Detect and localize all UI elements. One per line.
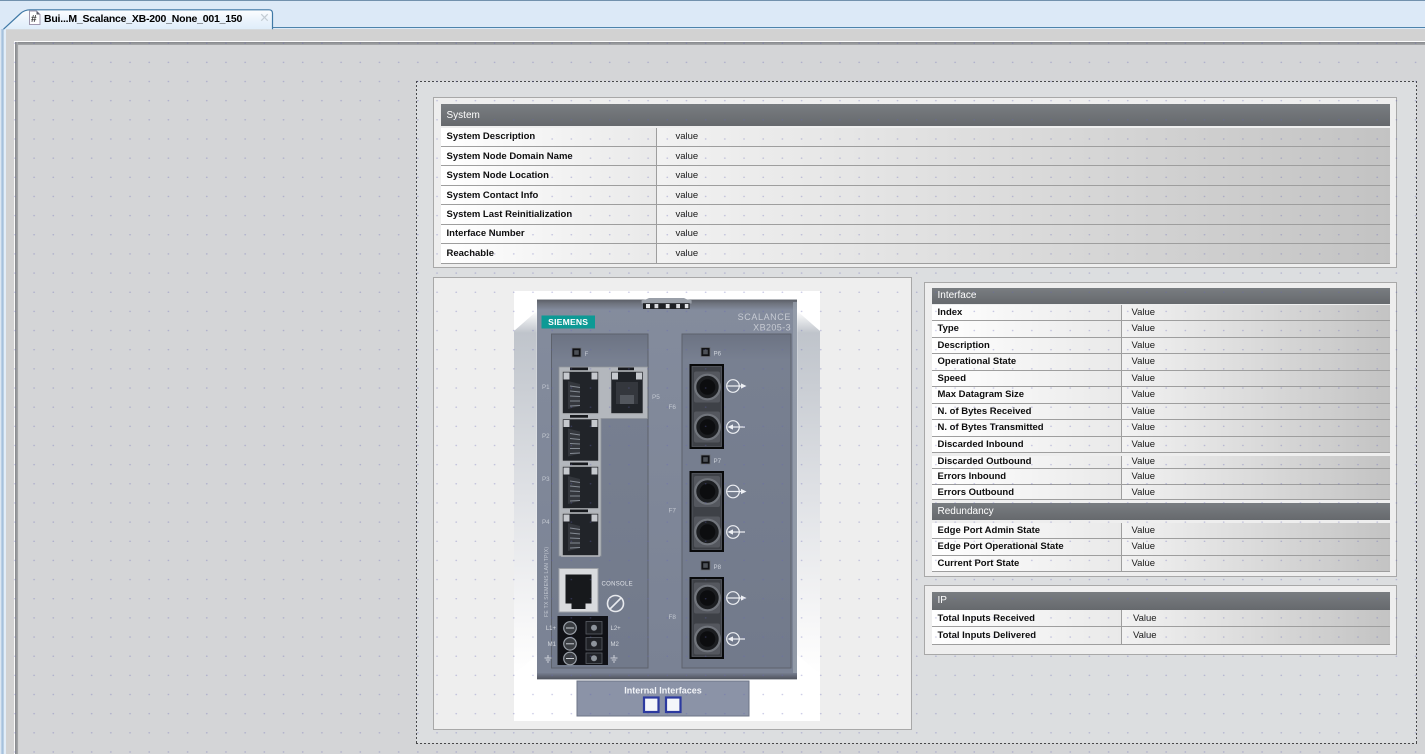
svg-text:#: #	[31, 14, 37, 25]
svg-text:SCALANCE: SCALANCE	[738, 312, 791, 322]
svg-text:P2: P2	[542, 433, 550, 440]
svg-text:FE TX SIEMENS LAN TP(X): FE TX SIEMENS LAN TP(X)	[544, 547, 550, 617]
svg-text:F8: F8	[669, 614, 677, 621]
svg-text:SIEMENS: SIEMENS	[548, 317, 588, 327]
svg-text:L1+: L1+	[546, 626, 557, 632]
svg-text:P4: P4	[542, 519, 550, 526]
svg-text:M1: M1	[548, 642, 557, 648]
svg-text:L2+: L2+	[611, 626, 622, 632]
svg-text:P8: P8	[714, 564, 722, 571]
svg-text:F6: F6	[669, 404, 677, 411]
svg-text:P6: P6	[714, 351, 722, 358]
svg-text:P7: P7	[714, 458, 722, 465]
svg-text:F7: F7	[669, 508, 677, 515]
svg-text:P3: P3	[542, 476, 550, 483]
svg-text:Internal Interfaces: Internal Interfaces	[624, 686, 702, 696]
svg-text:P5: P5	[652, 394, 660, 401]
svg-text:CONSOLE: CONSOLE	[602, 582, 633, 588]
svg-text:XB205-3: XB205-3	[753, 323, 791, 333]
svg-text:F: F	[585, 351, 589, 358]
svg-text:M2: M2	[611, 642, 620, 648]
svg-text:P1: P1	[542, 384, 550, 391]
